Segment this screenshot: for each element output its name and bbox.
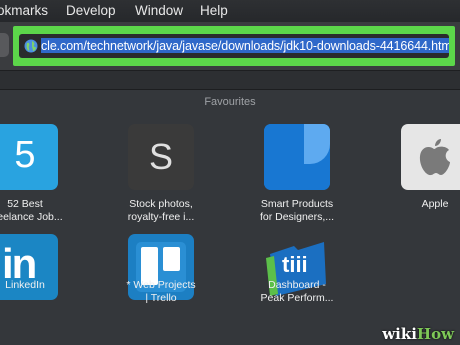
favourite-label-trello: * Web Projects | Trello xyxy=(126,279,196,304)
browser-toolbar: cle.com/technetwork/java/javase/download… xyxy=(0,22,460,71)
apple-logo-icon xyxy=(419,139,450,176)
favourite-tile-smart-products[interactable] xyxy=(264,124,330,190)
menu-window[interactable]: Window xyxy=(135,3,183,18)
shape-logo-tile xyxy=(264,124,330,190)
favourite-tile-stock-photos[interactable]: S xyxy=(128,124,194,190)
globe-icon xyxy=(24,39,38,53)
tab-strip xyxy=(0,71,460,90)
wikihow-watermark: wikiHow xyxy=(382,325,454,343)
favourite-tile-freelance[interactable]: 5 xyxy=(0,124,58,190)
address-url-text[interactable]: cle.com/technetwork/java/javase/download… xyxy=(41,38,449,53)
sidebar-toggle-button[interactable] xyxy=(0,33,9,57)
favourite-label-dashboard: Dashboard - Peak Perform... xyxy=(260,279,334,304)
menu-bookmarks[interactable]: okmarks xyxy=(0,3,48,18)
dashboard-tile-text: tiii xyxy=(282,252,308,277)
favourite-label-stock-photos: Stock photos, royalty-free i... xyxy=(127,198,195,223)
favourites-title: Favourites xyxy=(204,96,256,108)
menu-develop[interactable]: Develop xyxy=(66,3,116,18)
menu-bar: okmarks Develop Window Help xyxy=(0,0,460,22)
favourite-label-smart-products: Smart Products for Designers,... xyxy=(259,198,335,223)
favourite-label-linkedin: LinkedIn xyxy=(5,279,45,291)
favourite-label-freelance: 52 Best Freelance Job... xyxy=(0,198,63,223)
number-five-tile: 5 xyxy=(14,134,36,176)
address-bar[interactable]: cle.com/technetwork/java/javase/download… xyxy=(19,34,449,58)
menu-help[interactable]: Help xyxy=(200,3,228,18)
letter-s-tile: S xyxy=(148,136,173,177)
address-bar-highlight: cle.com/technetwork/java/javase/download… xyxy=(13,26,455,66)
favourite-tile-apple[interactable] xyxy=(401,124,460,190)
favourite-label-apple: Apple xyxy=(421,198,449,210)
